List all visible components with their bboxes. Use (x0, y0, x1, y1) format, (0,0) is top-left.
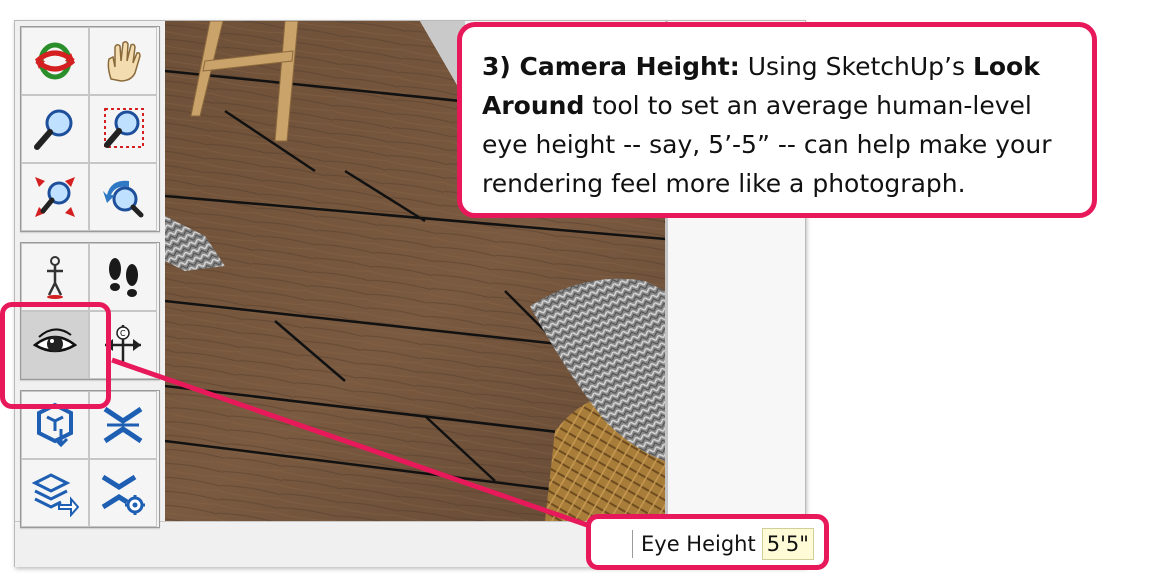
position-camera-icon (47, 256, 63, 299)
status-separator (632, 530, 633, 558)
look-around-highlight (0, 302, 111, 409)
zoom-icon (34, 109, 73, 150)
svg-text:C: C (120, 329, 126, 338)
measurements-box: Eye Height 5'5" (632, 528, 814, 560)
pan-button[interactable] (89, 27, 157, 95)
eye-height-value[interactable]: 5'5" (761, 528, 814, 560)
scene-settings-icon (101, 474, 145, 515)
callout-text-1: Using SketchUp’s (739, 52, 973, 81)
scene-settings-button[interactable] (89, 459, 157, 527)
camera-tool-group (20, 26, 160, 232)
walk-icon (109, 258, 138, 297)
callout-step: 3) Camera Height: (482, 52, 740, 81)
position-camera-button[interactable] (21, 243, 89, 311)
scene-icon (103, 406, 143, 444)
previous-view-icon (103, 180, 144, 218)
zoom-button[interactable] (21, 95, 89, 163)
callout-box: 3) Camera Height: Using SketchUp’s Look … (457, 22, 1097, 218)
layers-export-icon (31, 473, 79, 517)
extension-tool-group (20, 390, 160, 528)
orbit-icon (35, 42, 75, 80)
orbit-button[interactable] (21, 27, 89, 95)
previous-view-button[interactable] (89, 163, 157, 231)
pan-icon (107, 40, 141, 82)
layers-export-button[interactable] (21, 459, 89, 527)
zoom-extents-icon (35, 177, 75, 217)
zoom-extents-button[interactable] (21, 163, 89, 231)
zoom-window-button[interactable] (89, 95, 157, 163)
tool-palette: C (20, 26, 160, 538)
zoom-window-icon (104, 108, 144, 148)
eye-height-label: Eye Height (641, 532, 756, 556)
walk-button[interactable] (89, 243, 157, 311)
